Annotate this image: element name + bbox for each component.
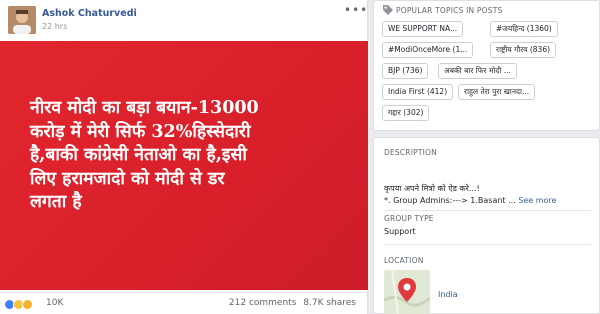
group-type-value: Support	[384, 227, 416, 236]
post-footer: 10K 212 comments 8.7K shares	[0, 292, 368, 314]
post-header: Ashok Chaturvedi 22 hrs •••	[0, 0, 368, 40]
tag-icon	[383, 5, 393, 15]
topic-chip[interactable]: India First (412)	[382, 84, 454, 100]
post-card: Ashok Chaturvedi 22 hrs ••• नीरव मोदी का…	[0, 0, 368, 314]
group-about-panel: DESCRIPTION कृपया अपने मित्रो को ऐड करे.…	[373, 137, 600, 314]
post-options-icon[interactable]: •••	[344, 4, 367, 18]
location-map[interactable]	[384, 270, 430, 314]
author-name[interactable]: Ashok Chaturvedi	[42, 8, 137, 19]
image-text-line: लिए हरामजादो को मोदी से डर	[30, 168, 225, 189]
map-pin-icon	[384, 270, 430, 314]
popular-topics-panel: POPULAR TOPICS IN POSTS WE SUPPORT NA...…	[373, 0, 600, 131]
see-more-link[interactable]: See more	[518, 196, 556, 205]
topics-title: POPULAR TOPICS IN POSTS	[396, 6, 503, 15]
author-avatar[interactable]	[8, 6, 36, 34]
description-text: *. Group Admins:---> 1.Basant ...	[384, 196, 516, 205]
image-text-line: करोड़ में मेरी सिर्फ 32%हिस्सेदारी	[30, 121, 251, 142]
divider	[384, 244, 591, 245]
location-link[interactable]: India	[438, 290, 458, 299]
reaction-count[interactable]: 10K	[46, 298, 63, 308]
group-type-title: GROUP TYPE	[384, 214, 434, 223]
shares-count[interactable]: 8.7K shares	[303, 298, 356, 308]
post-timestamp[interactable]: 22 hrs	[42, 22, 67, 31]
topic-chip[interactable]: BJP (736)	[382, 63, 429, 79]
topic-chip[interactable]: राहुल तेरा पुरा खानदा...	[458, 84, 536, 100]
post-image-text: नीरव मोदी का बड़ा बयान-13000 करोड़ में म…	[30, 97, 342, 215]
right-sidebar: POPULAR TOPICS IN POSTS WE SUPPORT NA...…	[373, 0, 600, 314]
image-text-line: लगता है	[30, 192, 82, 212]
reaction-icons[interactable]	[4, 298, 33, 310]
wow-reaction-icon	[22, 298, 33, 310]
topic-chip[interactable]: #जयहिन्द (1360)	[490, 21, 558, 37]
topic-chip[interactable]: गद्दार (302)	[382, 105, 430, 121]
topic-chip[interactable]: #ModiOnceMore (1...	[382, 42, 474, 58]
image-text-line: नीरव मोदी का बड़ा बयान-13000	[30, 98, 259, 118]
comments-count[interactable]: 212 comments	[229, 298, 297, 308]
location-title: LOCATION	[384, 256, 424, 265]
image-text-line: है,बाकी कांग्रेसी नेताओ का है,इसी	[30, 145, 247, 165]
post-stats: 212 comments 8.7K shares	[225, 298, 356, 308]
topic-chip[interactable]: राष्ट्रीय गौरव (836)	[490, 42, 557, 58]
description-line-2: *. Group Admins:---> 1.Basant ... See mo…	[384, 196, 556, 205]
post-image[interactable]: नीरव मोदी का बड़ा बयान-13000 करोड़ में म…	[0, 41, 368, 290]
divider	[384, 210, 591, 211]
description-title: DESCRIPTION	[384, 148, 437, 157]
topic-chip[interactable]: अबकी बार फिर मोदी ...	[438, 63, 517, 79]
topic-chip[interactable]: WE SUPPORT NA...	[382, 21, 464, 37]
description-line: कृपया अपने मित्रो को ऐड करे...!	[384, 184, 480, 193]
